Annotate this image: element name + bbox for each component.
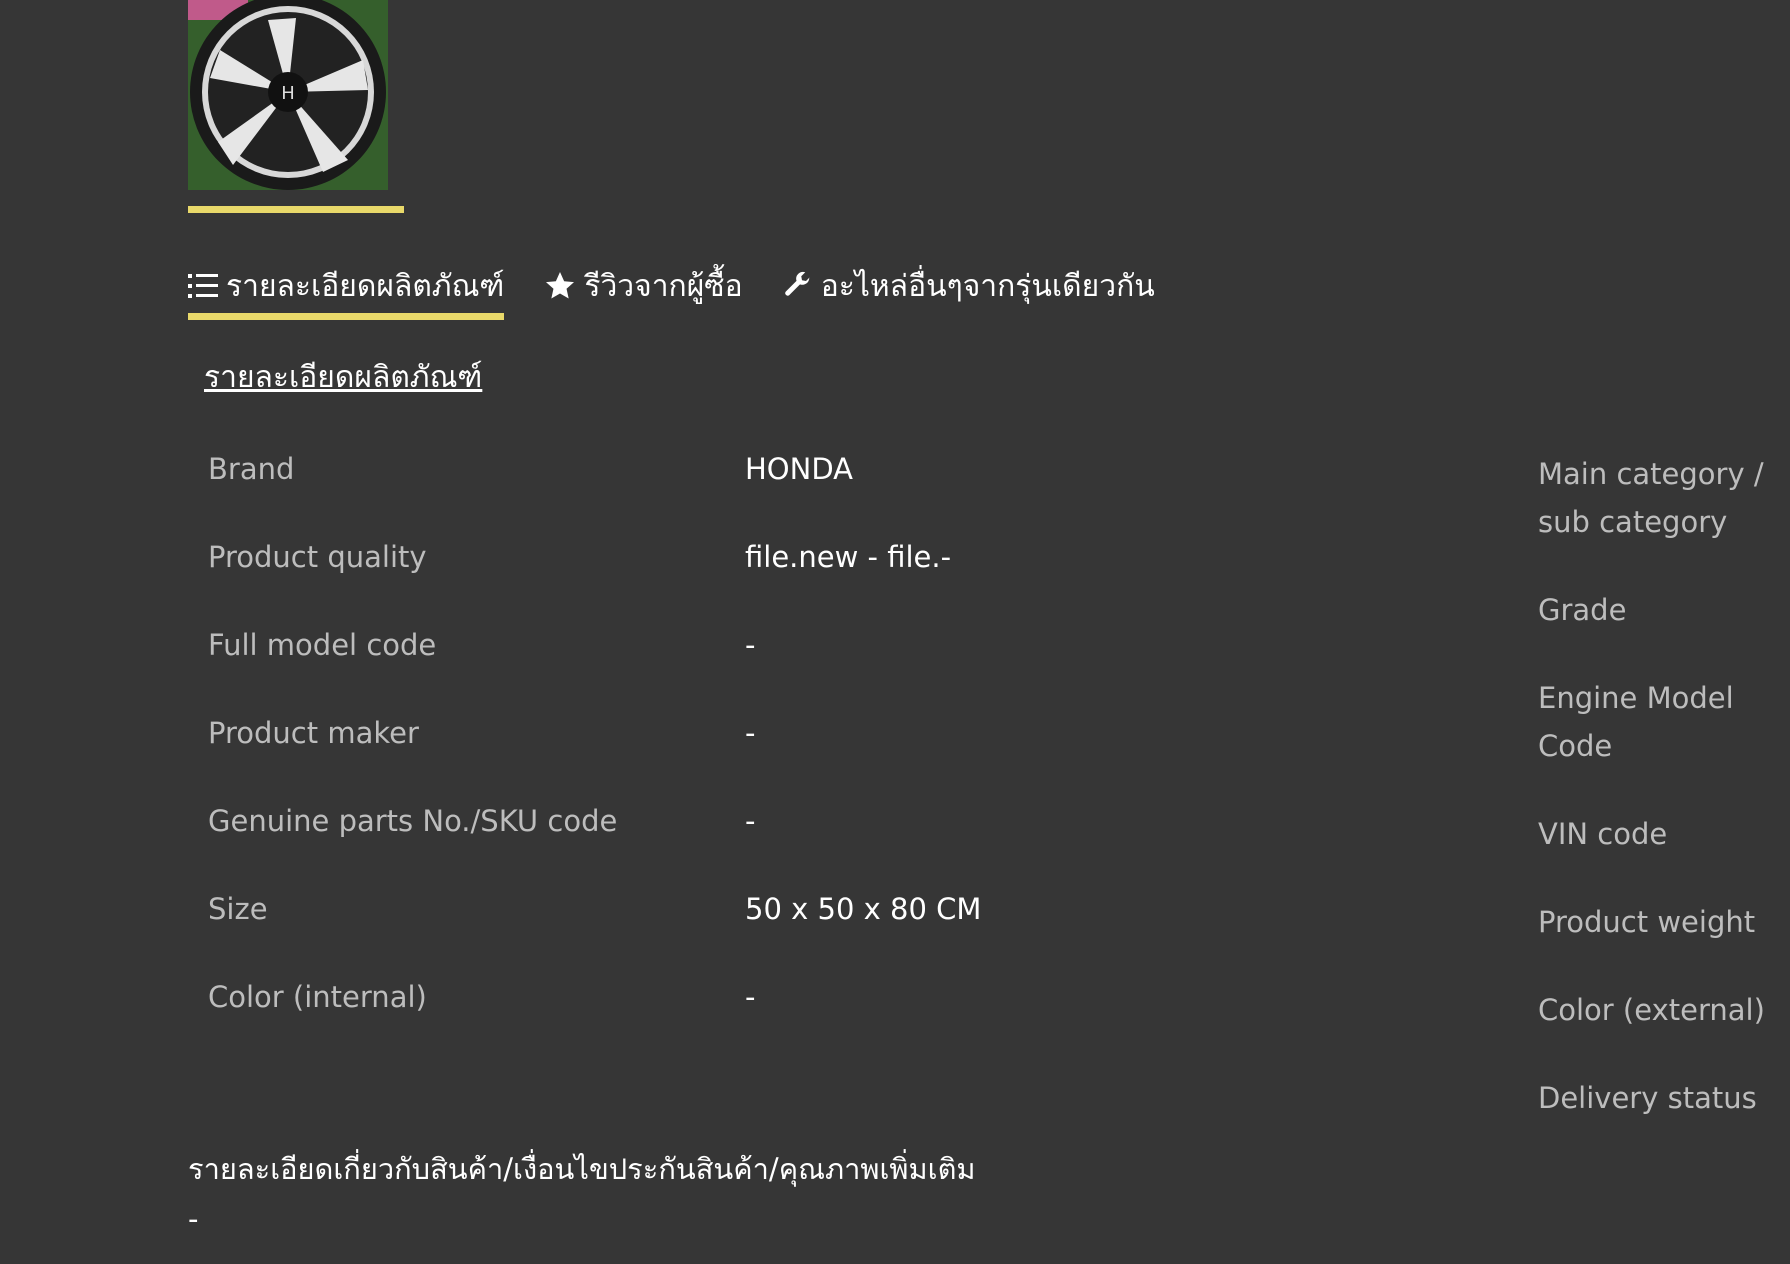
spec-label-vin-code: VIN code (1538, 817, 1668, 851)
spec-value-color-internal: - (745, 980, 756, 1014)
spec-label-product-weight: Product weight (1538, 905, 1756, 939)
spec-label-genuine-parts-no: Genuine parts No./SKU code (208, 804, 618, 838)
product-thumbnail[interactable]: H (188, 0, 388, 190)
spec-value-product-maker: - (745, 716, 756, 750)
wheel-image: H (188, 0, 388, 190)
wrench-icon (783, 270, 813, 302)
spec-label-product-maker: Product maker (208, 716, 419, 750)
spec-label-full-model-code: Full model code (208, 628, 437, 662)
spec-label-color-external: Color (external) (1538, 993, 1765, 1027)
spec-value-brand: HONDA (745, 452, 853, 486)
additional-details-value: - (188, 1202, 199, 1236)
spec-label-grade: Grade (1538, 593, 1627, 627)
spec-value-genuine-parts-no: - (745, 804, 756, 838)
tab-buyer-reviews[interactable]: รีวิวจากผู้ซื้อ (544, 262, 743, 310)
section-title: รายละเอียดผลิตภัณฑ์ (204, 360, 483, 395)
spec-value-full-model-code: - (745, 628, 756, 662)
thumbnail-selected-indicator (188, 206, 404, 213)
spec-label-engine-model-code: Engine Model Code (1538, 681, 1734, 763)
tab-other-parts-same-model[interactable]: อะไหล่อื่นๆจากรุ่นเดียวกัน (783, 262, 1155, 310)
tab-product-details[interactable]: รายละเอียดผลิตภัณฑ์ (188, 262, 505, 320)
svg-text:H: H (281, 83, 295, 104)
spec-label-main-category: Main category / sub category (1538, 457, 1764, 539)
tab-label: รีวิวจากผู้ซื้อ (584, 268, 743, 304)
spec-label-color-internal: Color (internal) (208, 980, 427, 1014)
tab-label: รายละเอียดผลิตภัณฑ์ (226, 268, 505, 304)
spec-label-size: Size (208, 892, 268, 926)
list-icon (188, 272, 218, 300)
spec-label-product-quality: Product quality (208, 540, 427, 574)
additional-details-heading: รายละเอียดเกี่ยวกับสินค้า/เงื่อนไขประกัน… (188, 1152, 976, 1186)
star-icon (544, 270, 576, 302)
spec-label-delivery-status: Delivery status (1538, 1081, 1757, 1115)
product-tabs: รายละเอียดผลิตภัณฑ์ รีวิวจากผู้ซื้อ อะไห… (188, 262, 1195, 320)
spec-value-product-quality: file.new - file.- (745, 540, 952, 574)
spec-label-brand: Brand (208, 452, 295, 486)
tab-label: อะไหล่อื่นๆจากรุ่นเดียวกัน (820, 268, 1155, 304)
spec-value-size: 50 x 50 x 80 CM (745, 892, 982, 926)
